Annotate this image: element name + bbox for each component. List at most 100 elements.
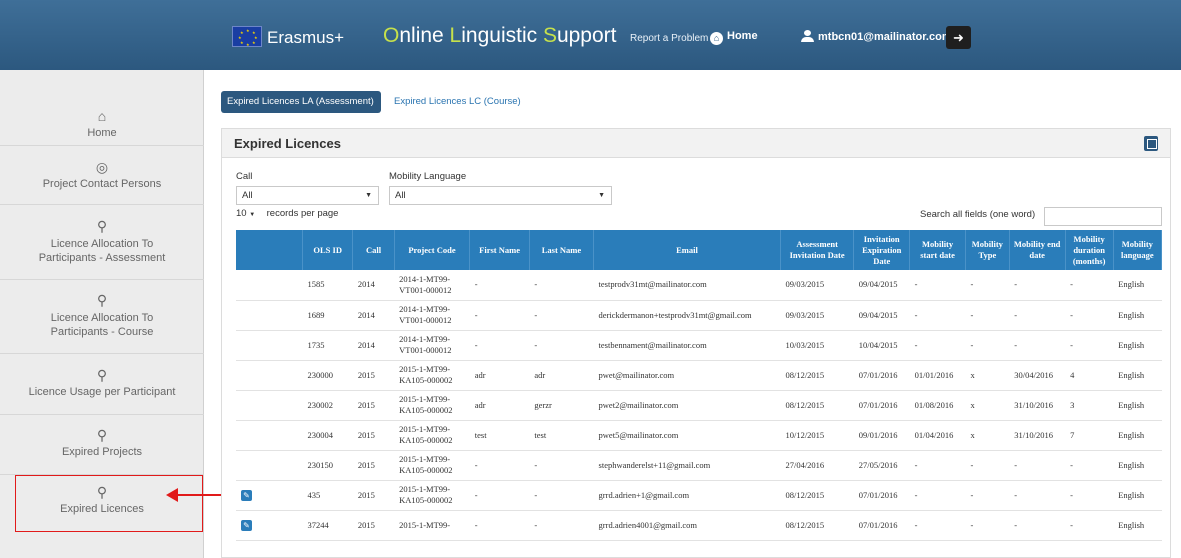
table-cell: 37244	[302, 510, 353, 541]
sidebar-item-expired-projects[interactable]: ⚲ Expired Projects	[0, 427, 204, 475]
edit-icon[interactable]: ✎	[241, 519, 252, 531]
table-row[interactable]: ✎ 37244 2015 2015-1-MT99- - - grrd.adrien4001@…	[236, 510, 1162, 541]
table-row[interactable]: 230150 2015 2015-1-MT99-KA105-000002- - step…	[236, 450, 1162, 481]
home-link[interactable]: ⌂ Home	[710, 30, 758, 45]
row-action-cell	[236, 300, 303, 331]
lifebuoy-icon: ◎	[95, 159, 109, 175]
row-action-cell	[236, 330, 303, 361]
table-cell: 230004	[302, 420, 353, 451]
annotation-highlight-box	[15, 475, 203, 532]
table-cell: English	[1113, 390, 1162, 421]
page-size-select[interactable]: 10 ▼	[236, 208, 264, 219]
table-cell: 08/12/2015	[780, 480, 854, 511]
tab-expired-licences-lc[interactable]: Expired Licences LC (Course)	[388, 91, 527, 113]
table-cell: test	[469, 420, 530, 451]
table-cell: 2015	[352, 510, 395, 541]
language-filter-select[interactable]: All ▼	[389, 186, 612, 205]
table-cell: 09/03/2015	[780, 270, 854, 301]
pin-icon: ⚲	[96, 218, 108, 234]
row-action-cell	[236, 390, 303, 421]
table-cell: -	[909, 300, 966, 331]
tab-expired-licences-la[interactable]: Expired Licences LA (Assessment)	[221, 91, 381, 113]
table-cell: English	[1113, 360, 1162, 391]
table-cell: 2015-1-MT99-KA105-000002	[394, 450, 470, 481]
language-filter-label: Mobility Language	[389, 171, 467, 182]
table-row[interactable]: 1689 2014 2014-1-MT99-VT001-000012- - derick…	[236, 300, 1162, 331]
table-cell: 09/04/2015	[853, 270, 910, 301]
column-header[interactable]: Mobility start date	[909, 230, 966, 270]
table-cell: adr	[469, 360, 530, 391]
panel-title: Expired Licences	[234, 136, 341, 151]
table-cell: -	[469, 480, 530, 511]
search-label: Search all fields (one word)	[920, 209, 1036, 220]
table-cell: gerzr	[529, 390, 594, 421]
table-cell: -	[1065, 270, 1114, 301]
table-cell: 09/01/2016	[853, 420, 910, 451]
export-icon[interactable]	[1144, 136, 1158, 151]
table-cell: 07/01/2016	[853, 510, 910, 541]
user-account-link[interactable]: mtbcn01@mailinator.com	[801, 30, 952, 43]
table-cell: adr	[469, 390, 530, 421]
column-header[interactable]: Email	[593, 230, 781, 270]
row-action-cell: ✎	[236, 510, 303, 541]
table-row[interactable]: 230002 2015 2015-1-MT99-KA105-000002 adr ger…	[236, 390, 1162, 421]
table-row[interactable]: 1735 2014 2014-1-MT99-VT001-000012- - testbe…	[236, 330, 1162, 361]
sidebar-item-licence-allocation-assessment[interactable]: ⚲ Licence Allocation To Participants - As…	[0, 218, 204, 280]
table-cell: -	[529, 330, 594, 361]
eu-flag-icon: ★ ★ ★ ★ ★ ★ ★ ★	[232, 26, 262, 47]
sidebar-item-licence-allocation-course[interactable]: ⚲ Licence Allocation To Participants - Co…	[0, 292, 204, 354]
pin-icon: ⚲	[96, 367, 108, 383]
table-cell: -	[965, 330, 1010, 361]
column-header[interactable]: Invitation Expiration Date	[853, 230, 911, 270]
table-cell: 2014-1-MT99-VT001-000012	[394, 270, 470, 301]
table-cell: 7	[1065, 420, 1114, 451]
table-cell: 230150	[302, 450, 353, 481]
table-cell: English	[1113, 510, 1162, 541]
table-row[interactable]: 230004 2015 2015-1-MT99-KA105-000002 test te…	[236, 420, 1162, 451]
table-cell: 2015-1-MT99-	[394, 510, 470, 541]
table-cell: 31/10/2016	[1009, 390, 1066, 421]
table-row[interactable]: 1585 2014 2014-1-MT99-VT001-000012- - testpr…	[236, 270, 1162, 301]
table-cell: 07/01/2016	[853, 480, 910, 511]
sidebar-item-home[interactable]: ⌂ Home	[0, 108, 204, 146]
column-header[interactable]: Call	[352, 230, 395, 270]
table-header-row: OLS ID Call Project Code First Name Last Nam…	[236, 230, 1163, 270]
column-header[interactable]: Last Name	[529, 230, 595, 270]
column-header[interactable]: Mobility duration (months)	[1065, 230, 1114, 270]
app-title: Online Linguistic Support	[383, 24, 617, 47]
table-cell: -	[909, 480, 966, 511]
logout-icon: ➜	[953, 30, 964, 45]
column-header[interactable]: OLS ID	[302, 230, 354, 270]
call-filter-label: Call	[236, 171, 253, 182]
column-header[interactable]: Project Code	[394, 230, 471, 270]
table-cell: English	[1113, 480, 1162, 511]
edit-icon[interactable]: ✎	[241, 489, 252, 501]
table-row[interactable]: ✎ 435 2015 2015-1-MT99-KA105-000002- - grrd.a…	[236, 480, 1162, 511]
table-cell: -	[529, 450, 594, 481]
table-cell: adr	[529, 360, 594, 391]
column-header[interactable]: Assessment Invitation Date	[780, 230, 855, 270]
column-header[interactable]	[236, 230, 303, 270]
column-header[interactable]: First Name	[469, 230, 530, 270]
table-cell: 2015	[352, 450, 395, 481]
table-cell: 2015-1-MT99-KA105-000002	[394, 480, 470, 511]
table-cell: English	[1113, 300, 1162, 331]
report-problem-link[interactable]: Report a Problem	[630, 33, 708, 44]
table-cell: test	[529, 420, 594, 451]
table-cell: 08/12/2015	[780, 360, 854, 391]
sidebar-item-project-contact-persons[interactable]: ◎ Project Contact Persons	[0, 159, 204, 205]
search-input[interactable]	[1044, 207, 1162, 226]
call-filter-select[interactable]: All ▼	[236, 186, 379, 205]
table-cell: testbennament@mailinator.com	[593, 330, 781, 361]
column-header[interactable]: Mobility end date	[1009, 230, 1066, 270]
column-header[interactable]: Mobility language	[1113, 230, 1163, 270]
sidebar-item-licence-usage[interactable]: ⚲ Licence Usage per Participant	[0, 367, 204, 415]
table-cell: -	[909, 270, 966, 301]
logout-button[interactable]: ➜	[946, 26, 971, 49]
table-cell: -	[1009, 480, 1066, 511]
column-header[interactable]: Mobility Type	[965, 230, 1010, 270]
table-cell: 10/03/2015	[780, 330, 854, 361]
home-icon: ⌂	[710, 32, 723, 45]
row-action-cell	[236, 360, 303, 391]
table-row[interactable]: 230000 2015 2015-1-MT99-KA105-000002 adr adr…	[236, 360, 1162, 391]
